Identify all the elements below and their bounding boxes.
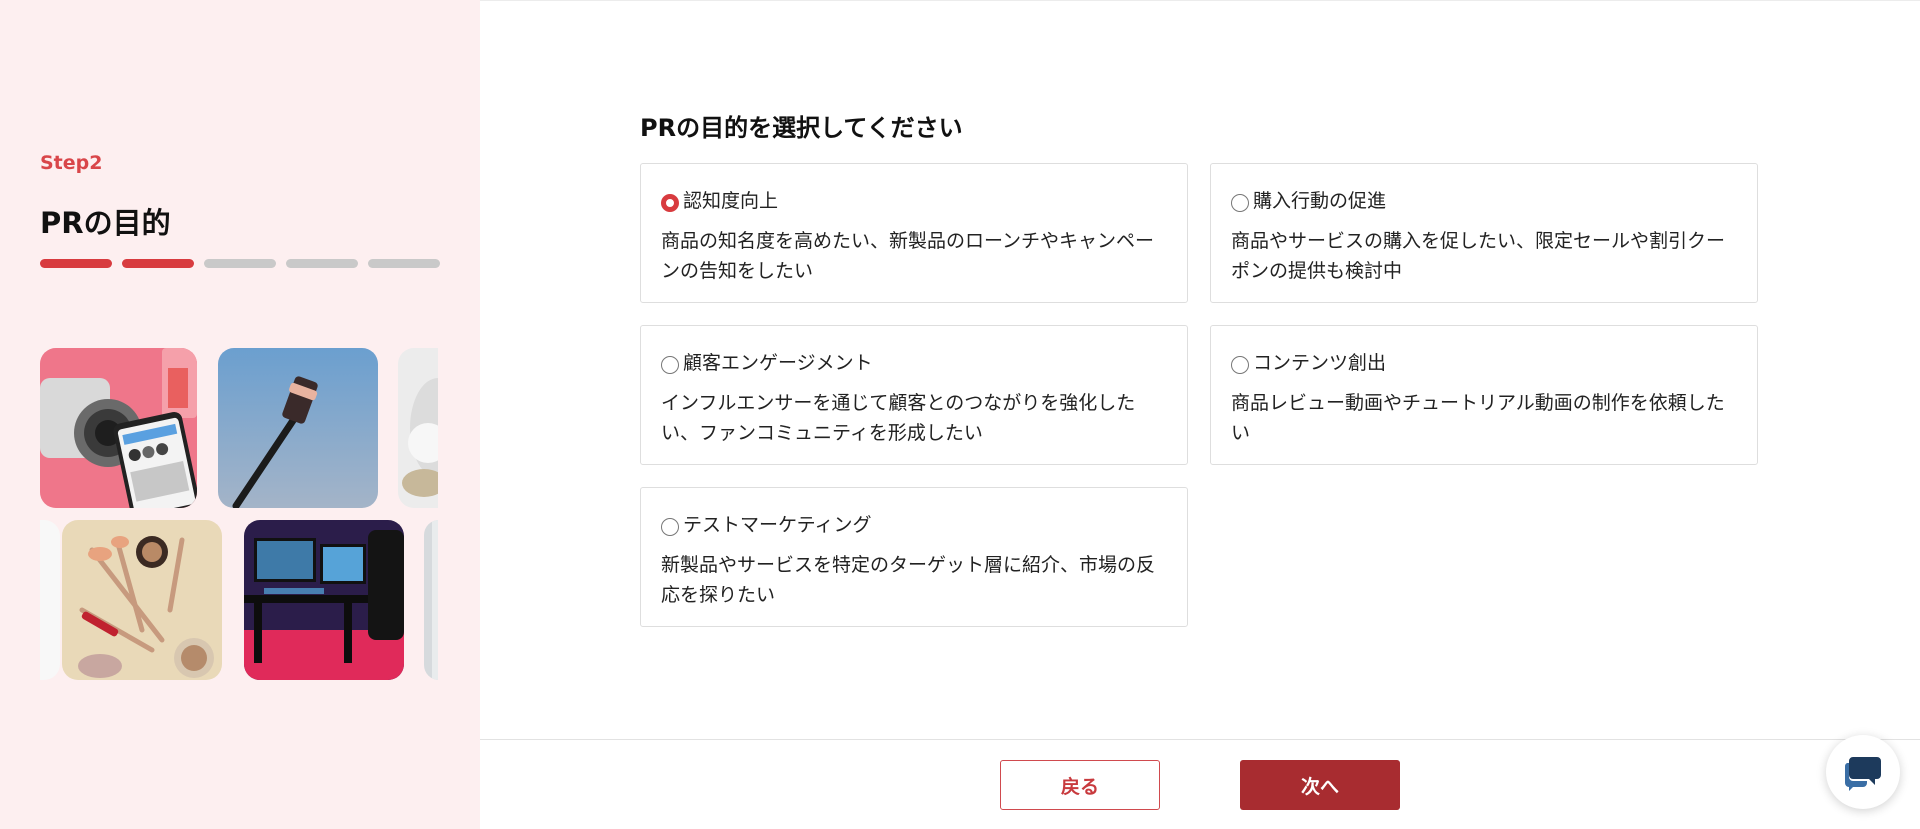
chat-bubble-icon (1844, 757, 1881, 791)
option-description: 商品やサービスの購入を促したい、限定セールや割引クーポンの提供も検討中 (1231, 230, 1726, 282)
cosmetics-photo (62, 520, 222, 680)
option-card-awareness[interactable]: 認知度向上 商品の知名度を高めたい、新製品のローンチやキャンペーンの告知をしたい (640, 163, 1188, 303)
partial-photo (424, 520, 438, 680)
next-button[interactable]: 次へ (1240, 760, 1400, 810)
option-card-engagement[interactable]: 顧客エンゲージメント インフルエンサーを通じて顧客とのつながりを強化したい、ファ… (640, 325, 1188, 465)
option-description: 新製品やサービスを特定のターゲット層に紹介、市場の反応を探りたい (661, 554, 1156, 606)
radio-button[interactable] (661, 193, 679, 212)
option-label: 顧客エンゲージメント (683, 352, 873, 374)
radio-button[interactable] (661, 355, 679, 374)
option-label: テストマーケティング (683, 514, 872, 536)
option-label: 購入行動の促進 (1253, 190, 1387, 212)
option-description: 商品の知名度を高めたい、新製品のローンチやキャンペーンの告知をしたい (661, 230, 1155, 282)
option-card-purchase[interactable]: 購入行動の促進 商品やサービスの購入を促したい、限定セールや割引クーポンの提供も… (1210, 163, 1758, 303)
top-border (480, 0, 1920, 1)
question-heading: PRの目的を選択してください (640, 114, 963, 142)
image-gallery (40, 348, 438, 680)
selfie-stick-photo (218, 348, 378, 508)
option-card-content[interactable]: コンテンツ創出 商品レビュー動画やチュートリアル動画の制作を依頼したい (1210, 325, 1758, 465)
radio-button[interactable] (1231, 193, 1249, 212)
option-card-test-marketing[interactable]: テストマーケティング 新製品やサービスを特定のターゲット層に紹介、市場の反応を探… (640, 487, 1188, 627)
camera-and-phone-photo (40, 348, 197, 508)
option-label: 認知度向上 (683, 190, 779, 212)
back-button[interactable]: 戻る (1000, 760, 1160, 810)
option-label: コンテンツ創出 (1253, 352, 1387, 374)
sidebar: Step2 PRの目的 (0, 0, 480, 829)
radio-button[interactable] (1231, 355, 1249, 374)
progress-segment (204, 259, 276, 268)
partial-photo (40, 520, 60, 680)
progress-segment (122, 259, 194, 268)
radio-button[interactable] (661, 517, 679, 536)
progress-segment (368, 259, 440, 268)
progress-segment (40, 259, 112, 268)
gaming-setup-photo (244, 520, 404, 680)
chat-widget-button[interactable] (1826, 735, 1900, 809)
option-description: 商品レビュー動画やチュートリアル動画の制作を依頼したい (1231, 392, 1725, 444)
option-description: インフルエンサーを通じて顧客とのつながりを強化したい、ファンコミュニティを形成し… (661, 392, 1136, 444)
footer-divider (480, 739, 1920, 740)
progress-segment (286, 259, 358, 268)
cup-photo (398, 348, 438, 508)
step-label: Step2 (40, 152, 103, 174)
step-progress (40, 259, 440, 268)
step-title: PRの目的 (40, 206, 171, 240)
